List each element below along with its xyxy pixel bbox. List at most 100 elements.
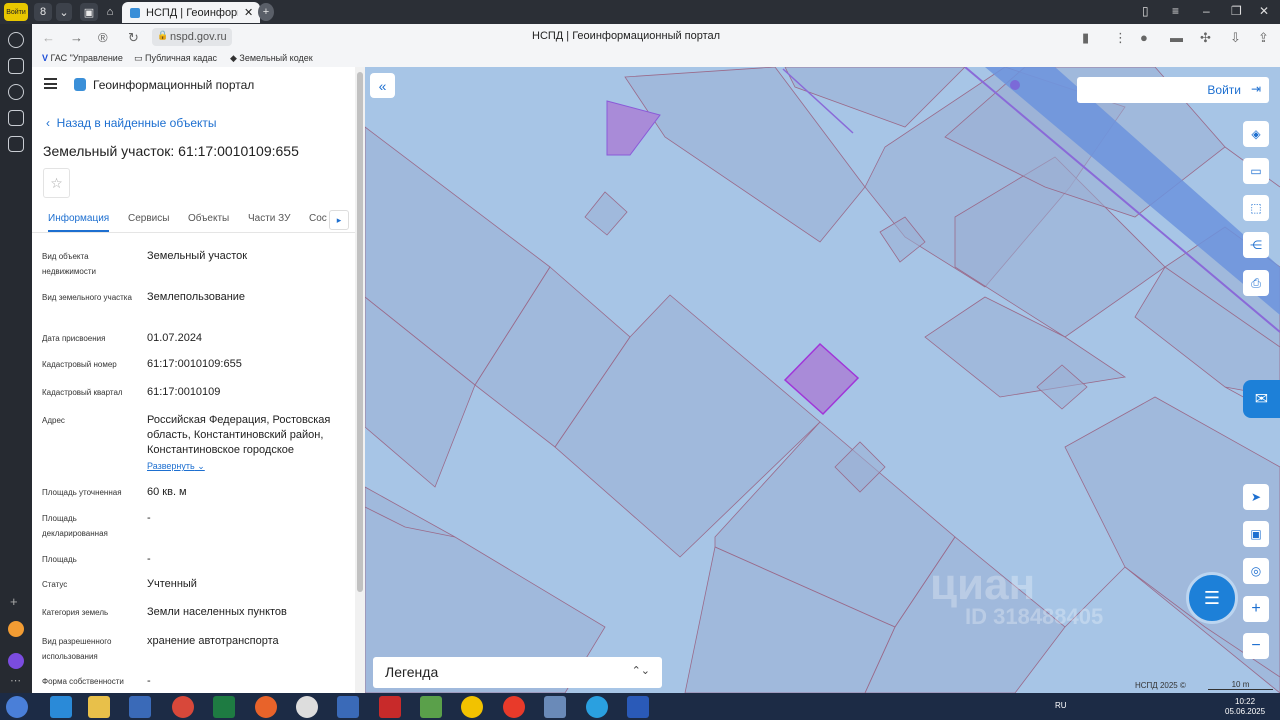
collapse-panel-icon[interactable]: « xyxy=(370,73,395,98)
explorer-icon[interactable] xyxy=(88,696,110,718)
lock-icon: 🔒 xyxy=(157,30,169,40)
firefox-icon[interactable] xyxy=(255,696,277,718)
yandex-protect-icon[interactable]: ® xyxy=(98,30,108,45)
bookmarks-bar: V ГАС "Управление ▭ Публичная кадас ◆ Зе… xyxy=(32,51,1280,67)
more-icon[interactable]: ⋯ xyxy=(10,674,21,687)
object-title: Земельный участок: 61:17:0010109:655 xyxy=(43,143,299,159)
app-red-icon[interactable] xyxy=(379,696,401,718)
bookmark-item[interactable]: V ГАС "Управление xyxy=(42,53,126,63)
hamburger-menu-icon[interactable] xyxy=(44,78,57,89)
yandex-profile-button[interactable]: Войти xyxy=(4,3,28,21)
yandex-browser-icon[interactable] xyxy=(461,696,483,718)
active-tab[interactable]: НСПД | Геоинформационн ✕ xyxy=(122,2,260,23)
yandex-icon[interactable] xyxy=(503,696,525,718)
new-tab-button[interactable]: + xyxy=(258,3,274,21)
telegram-icon[interactable] xyxy=(586,696,608,718)
browser-sidebar: + ⋯ xyxy=(0,24,32,696)
layers-icon[interactable]: ◈ xyxy=(1243,121,1269,147)
extension-icon-2[interactable]: ▬ xyxy=(1170,30,1183,45)
close-tab-icon[interactable]: ✕ xyxy=(244,6,253,19)
extension-icon-1[interactable]: ● xyxy=(1140,30,1148,45)
restore-icon[interactable]: ❐ xyxy=(1231,4,1242,18)
tabs-dropdown-icon[interactable]: ⌄ xyxy=(56,3,72,21)
zen-icon[interactable] xyxy=(8,110,24,126)
favorite-star-icon[interactable]: ☆ xyxy=(43,168,70,198)
alice-icon[interactable] xyxy=(8,653,24,669)
address-bar: ← → ® ↻ 🔒 nspd.gov.ru НСПД | Геоинформац… xyxy=(32,24,1280,51)
back-to-results-link[interactable]: ‹ Назад в найденные объекты xyxy=(46,116,217,130)
share-icon[interactable]: ⇪ xyxy=(1258,30,1269,46)
history-icon[interactable] xyxy=(8,32,24,48)
bookmark-item[interactable]: ◆ Земельный кодек xyxy=(230,53,320,64)
zoom-out-button[interactable]: − xyxy=(1243,633,1269,659)
ccleaner-icon[interactable] xyxy=(296,696,318,718)
weather-icon[interactable] xyxy=(8,621,24,637)
zoom-in-button[interactable]: + xyxy=(1243,596,1269,622)
home-tab-icon[interactable]: ⌂ xyxy=(102,3,118,21)
excel-icon[interactable] xyxy=(213,696,235,718)
login-button[interactable]: Войти ⇥ xyxy=(1077,77,1269,103)
print-icon[interactable]: ⎙ xyxy=(1243,270,1269,296)
tab-information[interactable]: Информация xyxy=(48,213,110,232)
tab-counter-badge[interactable]: 8 xyxy=(34,3,52,21)
panel-scrollbar[interactable] xyxy=(355,67,365,693)
pinned-tab-icon[interactable]: ▣ xyxy=(80,3,98,21)
parcel xyxy=(584,191,628,236)
app-icon[interactable] xyxy=(337,696,359,718)
word-icon[interactable] xyxy=(627,696,649,718)
tabs-next-arrow-icon[interactable]: ▸ xyxy=(329,210,349,230)
location-search-icon[interactable]: ◎ xyxy=(1243,558,1269,584)
more-actions-icon[interactable]: ⋮ xyxy=(1114,30,1127,46)
chevron-updown-icon: ⌃⌄ xyxy=(631,665,650,677)
portal-logo-icon xyxy=(74,78,86,91)
media-player-icon[interactable] xyxy=(129,696,151,718)
bookmark-icon[interactable]: ▮ xyxy=(1082,30,1089,46)
menu-icon[interactable]: ≡ xyxy=(1172,4,1179,18)
site-favicon-icon xyxy=(130,7,140,18)
feedback-chat-icon[interactable]: ✉ xyxy=(1243,380,1280,418)
tab-services[interactable]: Сервисы xyxy=(128,213,169,224)
tray-language[interactable]: RU xyxy=(1055,701,1067,710)
minimap-icon[interactable]: ▣ xyxy=(1243,521,1269,547)
tab-composition[interactable]: Состав xyxy=(309,213,327,224)
reload-icon[interactable]: ↻ xyxy=(128,30,139,46)
map-copyright: НСПД 2025 © xyxy=(1135,681,1186,690)
tab-parts[interactable]: Части ЗУ xyxy=(248,213,290,224)
watermark: циан ID 318488405 xyxy=(930,560,1104,629)
geolocation-icon[interactable]: ➤ xyxy=(1243,484,1269,510)
close-window-icon[interactable]: ✕ xyxy=(1259,4,1269,18)
map-canvas[interactable] xyxy=(365,67,1280,693)
app-green-icon[interactable] xyxy=(420,696,442,718)
address-page-title: НСПД | Геоинформационный портал xyxy=(532,30,721,42)
tray-clock[interactable]: 10:22 05.06.2025 xyxy=(1225,697,1265,717)
attr-row-address: Адрес Российская Федерация, Ростовская о… xyxy=(42,414,331,456)
tab-objects[interactable]: Объекты xyxy=(188,213,229,224)
chrome-icon[interactable] xyxy=(172,696,194,718)
video-icon[interactable] xyxy=(8,84,24,100)
area-select-icon[interactable]: ⬚ xyxy=(1243,195,1269,221)
collections-icon[interactable] xyxy=(8,58,24,74)
bookmark-item[interactable]: ▭ Публичная кадас xyxy=(134,53,222,64)
app-tool-icon[interactable] xyxy=(544,696,566,718)
ruler-icon[interactable]: ▭ xyxy=(1243,158,1269,184)
chat-bubble-icon[interactable]: ☰ xyxy=(1186,572,1238,624)
downloads-icon[interactable]: ⇩ xyxy=(1230,30,1241,46)
expand-address-link[interactable]: Развернуть ⌄ xyxy=(147,461,205,472)
forward-arrow-icon[interactable]: → xyxy=(70,30,83,45)
ie-icon[interactable] xyxy=(50,696,72,718)
extensions-icon[interactable]: ✣ xyxy=(1200,30,1211,46)
share-map-icon[interactable]: ⋲ xyxy=(1243,232,1269,258)
windows-taskbar: RU 10:22 05.06.2025 xyxy=(0,693,1280,720)
bookmarks-panel-icon[interactable]: ▯ xyxy=(1142,4,1149,18)
portal-name: Геоинформационный портал xyxy=(93,78,255,92)
url-field[interactable]: 🔒 nspd.gov.ru xyxy=(152,28,232,46)
back-arrow-icon[interactable]: ← xyxy=(42,30,55,45)
legend-dropdown[interactable]: Легенда ⌃⌄ xyxy=(373,657,662,688)
add-panel-icon[interactable]: + xyxy=(10,594,18,609)
cadastral-map-svg xyxy=(365,67,1280,693)
downloads-icon[interactable] xyxy=(8,136,24,152)
minimize-icon[interactable]: – xyxy=(1203,4,1210,18)
panel-header: Геоинформационный портал xyxy=(32,67,365,103)
start-button-icon[interactable] xyxy=(6,696,28,718)
scrollbar-thumb[interactable] xyxy=(357,72,363,592)
